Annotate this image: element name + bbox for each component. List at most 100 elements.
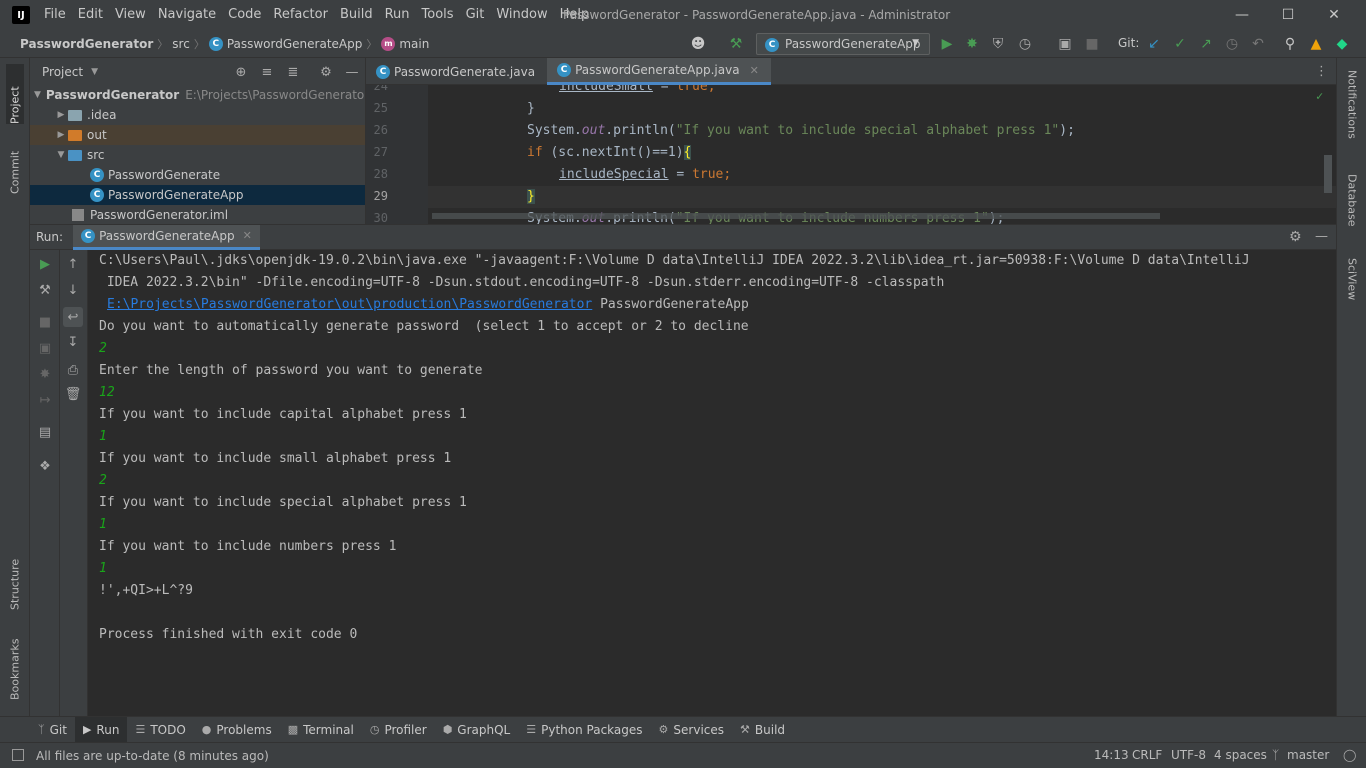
breadcrumb-src[interactable]: src — [172, 37, 190, 51]
project-view-label[interactable]: Project — [42, 65, 83, 79]
menu-code[interactable]: Code — [222, 0, 267, 30]
editor-tab-passwordgenerate[interactable]: C PasswordGenerate.java — [366, 58, 547, 85]
collapse-all-icon[interactable]: ≣ — [284, 63, 302, 81]
menu-view[interactable]: View — [109, 0, 152, 30]
coverage-icon[interactable]: ⛨ — [988, 34, 1008, 54]
tool-button-run[interactable]: ▶ Run — [74, 716, 128, 743]
tool-tab-bookmarks[interactable]: Bookmarks — [6, 634, 24, 700]
arrow-down-icon[interactable]: ↓ — [63, 280, 83, 300]
breadcrumb-method[interactable]: main — [399, 37, 429, 51]
menu-edit[interactable]: Edit — [72, 0, 109, 30]
tool-button-profiler[interactable]: ◷ Profiler — [362, 717, 435, 743]
tool-tab-structure[interactable]: Structure — [6, 546, 24, 610]
user-icon[interactable]: ☻ — [688, 34, 708, 54]
debug-icon[interactable]: ✸ — [962, 34, 982, 54]
menu-tools[interactable]: Tools — [416, 0, 460, 30]
file-encoding[interactable]: UTF-8 — [1171, 742, 1206, 768]
tool-button-terminal[interactable]: ▩ Terminal — [280, 717, 362, 743]
expand-all-icon[interactable]: ≡ — [258, 63, 276, 81]
chevron-down-icon[interactable]: ▼ — [91, 67, 98, 77]
git-branch[interactable]: master — [1287, 742, 1329, 768]
run-console[interactable]: C:\Users\Paul\.jdks\openjdk-19.0.2\bin\j… — [88, 250, 1336, 716]
indent-setting[interactable]: 4 spaces — [1214, 742, 1267, 768]
menu-refactor[interactable]: Refactor — [267, 0, 334, 30]
code-editor[interactable]: 24 25 26 27 28 29 30 includeSmall = true… — [366, 85, 1336, 224]
maximize-icon[interactable]: ☐ — [1265, 0, 1311, 30]
horizontal-scrollbar[interactable] — [432, 213, 1160, 219]
menu-git[interactable]: Git — [460, 0, 491, 30]
menu-file[interactable]: File — [38, 0, 72, 30]
classpath-link[interactable]: E:\Projects\PasswordGenerator\out\produc… — [107, 297, 592, 312]
tree-item-passwordgenerate[interactable]: C PasswordGenerate — [30, 165, 365, 185]
soft-wrap-icon[interactable]: ↩ — [63, 307, 83, 327]
menu-build[interactable]: Build — [334, 0, 379, 30]
stop-icon[interactable]: ■ — [35, 312, 55, 332]
rerun-icon[interactable]: ▶ — [35, 254, 55, 274]
tool-button-todo[interactable]: ☰ TODO — [127, 717, 193, 743]
locate-icon[interactable]: ⊕ — [232, 63, 250, 81]
tool-button-problems[interactable]: ● Problems — [194, 717, 280, 743]
breadcrumb-class[interactable]: PasswordGenerateApp — [227, 37, 363, 51]
print-icon[interactable]: ⎙ — [63, 360, 83, 380]
tree-item-out[interactable]: ▶ out — [30, 125, 365, 145]
camera-icon[interactable]: ▣ — [35, 338, 55, 358]
tool-button-graphql[interactable]: ⬢ GraphQL — [435, 717, 519, 743]
menu-window[interactable]: Window — [490, 0, 553, 30]
pin-icon[interactable]: ❖ — [35, 456, 55, 476]
tool-tab-database[interactable]: Database — [1343, 174, 1361, 238]
toggle-tool-windows-icon[interactable] — [12, 749, 24, 761]
hide-panel-icon[interactable]: — — [1315, 229, 1328, 244]
hide-panel-icon[interactable]: — — [343, 63, 361, 81]
editor-tab-passwordgenerateapp[interactable]: C PasswordGenerateApp.java ✕ — [547, 58, 771, 85]
git-history-icon[interactable]: ◷ — [1222, 34, 1242, 54]
stop-icon[interactable]: ■ — [1082, 34, 1102, 54]
tool-tab-project[interactable]: Project — [6, 64, 24, 124]
jetbrains-icon[interactable]: ◆ — [1332, 34, 1352, 54]
build-hammer-icon[interactable]: ⚒ — [726, 34, 746, 54]
close-tab-icon[interactable]: ✕ — [243, 229, 252, 242]
profile-icon[interactable]: ◷ — [1015, 34, 1035, 54]
no-problems-check-icon[interactable]: ✓ — [1316, 89, 1323, 103]
git-update-icon[interactable]: ↙ — [1144, 34, 1164, 54]
attach-icon[interactable]: ▣ — [1055, 34, 1075, 54]
tool-tab-commit[interactable]: Commit — [6, 136, 24, 194]
vertical-scrollbar[interactable] — [1324, 155, 1332, 193]
menu-run[interactable]: Run — [379, 0, 416, 30]
run-configuration-select[interactable]: C PasswordGenerateApp ▼ — [756, 33, 930, 55]
lock-icon[interactable]: ◯ — [1343, 742, 1356, 768]
tree-item-passwordgenerateapp[interactable]: C PasswordGenerateApp — [30, 185, 365, 205]
layout-icon[interactable]: ▤ — [35, 422, 55, 442]
arrow-up-icon[interactable]: ↑ — [63, 254, 83, 274]
tree-item-src[interactable]: ▼ src — [30, 145, 365, 165]
tree-item-project-root[interactable]: ▼ PasswordGenerator E:\Projects\Password… — [30, 85, 365, 105]
scroll-to-end-icon[interactable]: ↧ — [63, 332, 83, 352]
tool-button-services[interactable]: ⚙ Services — [651, 717, 732, 743]
tree-item-iml[interactable]: PasswordGenerator.iml — [30, 205, 365, 224]
trash-icon[interactable]: 🗑 — [63, 384, 83, 404]
close-window-icon[interactable]: ✕ — [1311, 0, 1357, 30]
git-rollback-icon[interactable]: ↶ — [1248, 34, 1268, 54]
wrench-icon[interactable]: ⚒ — [35, 280, 55, 300]
updates-icon[interactable]: ▲ — [1306, 34, 1326, 54]
line-separator[interactable]: CRLF — [1132, 742, 1162, 768]
breadcrumb-project[interactable]: PasswordGenerator — [0, 37, 153, 51]
exit-icon[interactable]: ↦ — [35, 390, 55, 410]
minimize-icon[interactable]: — — [1219, 0, 1265, 30]
menu-navigate[interactable]: Navigate — [152, 0, 222, 30]
run-icon[interactable]: ▶ — [937, 34, 957, 54]
more-options-icon[interactable]: ⋮ — [1315, 64, 1328, 79]
gear-icon[interactable]: ⚙ — [317, 63, 335, 81]
debug-icon[interactable]: ✸ — [35, 364, 55, 384]
tree-item-idea[interactable]: ▶ .idea — [30, 105, 365, 125]
search-icon[interactable]: ⚲ — [1280, 34, 1300, 54]
tool-button-git[interactable]: ᛉ Git — [30, 717, 75, 743]
git-push-icon[interactable]: ↗ — [1196, 34, 1216, 54]
git-commit-icon[interactable]: ✓ — [1170, 34, 1190, 54]
tool-tab-sciview[interactable]: SciView — [1343, 258, 1361, 318]
run-tab-passwordgenerateapp[interactable]: C PasswordGenerateApp ✕ — [73, 224, 260, 250]
tool-button-build[interactable]: ⚒ Build — [732, 717, 793, 743]
gear-icon[interactable]: ⚙ — [1289, 229, 1302, 245]
tool-tab-notifications[interactable]: Notifications — [1343, 70, 1361, 150]
tool-button-python-packages[interactable]: ☰ Python Packages — [518, 717, 650, 743]
close-tab-icon[interactable]: ✕ — [750, 64, 759, 77]
